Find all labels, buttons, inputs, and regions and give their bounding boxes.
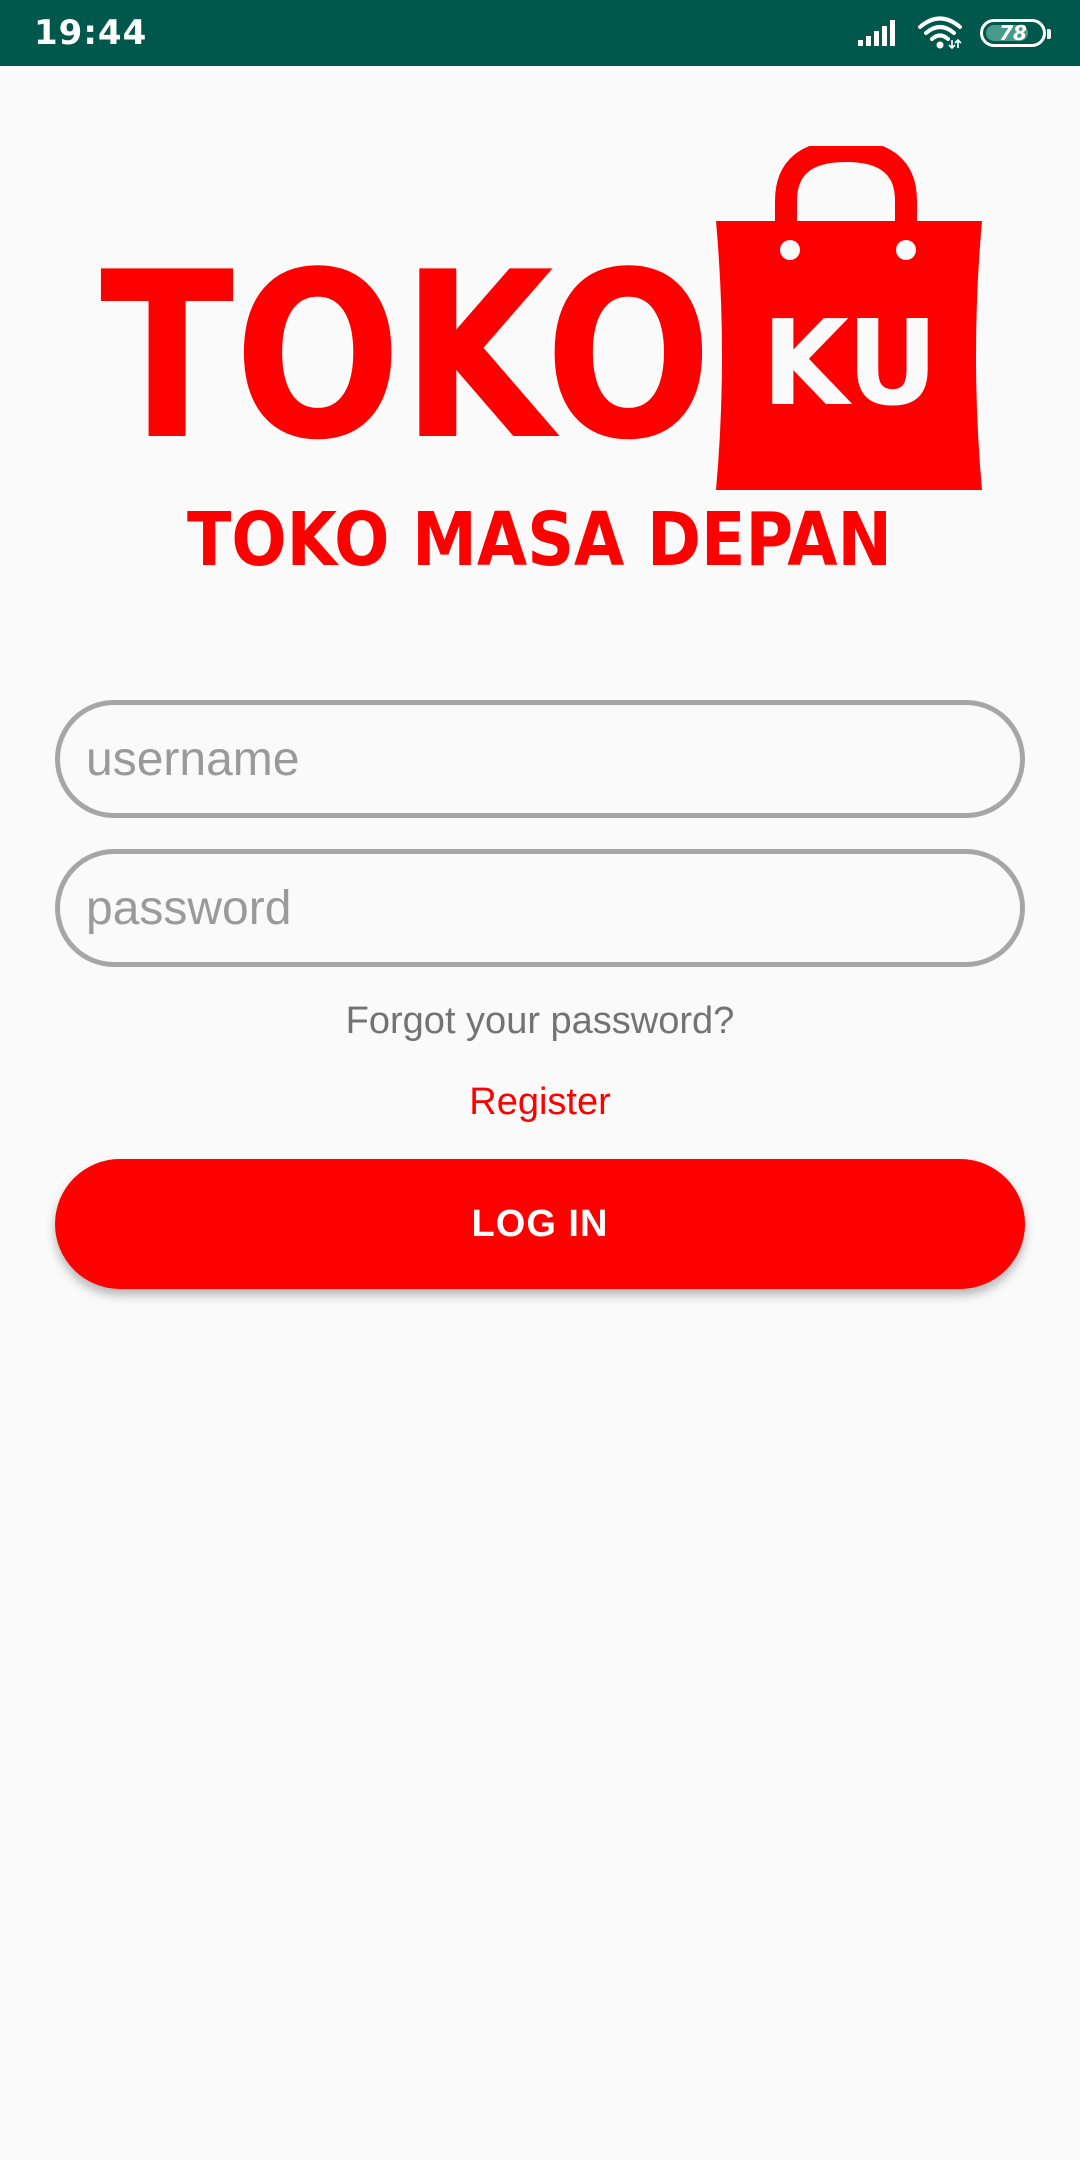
password-input[interactable] xyxy=(84,879,1020,937)
register-link[interactable]: Register xyxy=(0,1081,1080,1124)
logo-wordmark: TOKO xyxy=(100,224,712,491)
shopping-bag-icon: KU xyxy=(716,146,982,490)
status-icons: 78 xyxy=(858,0,1051,66)
username-input[interactable] xyxy=(84,730,1020,788)
battery-icon: 78 xyxy=(980,19,1051,47)
logo-tagline: TOKO MASA DEPAN xyxy=(187,497,892,576)
battery-nub xyxy=(1047,29,1051,39)
username-field[interactable] xyxy=(55,700,1025,818)
status-bar: 19:44 78 xyxy=(0,0,1080,66)
status-time: 19:44 xyxy=(34,13,148,53)
password-field[interactable] xyxy=(55,849,1025,967)
login-button[interactable]: LOG IN xyxy=(55,1159,1025,1289)
forgot-password-link[interactable]: Forgot your password? xyxy=(0,1000,1080,1043)
app-logo: TOKO KU TOKO MASA DEPAN xyxy=(100,146,990,576)
wifi-icon xyxy=(918,16,962,50)
battery-level-text: 78 xyxy=(999,21,1027,45)
logo-bag-text: KU xyxy=(762,294,938,432)
signal-icon xyxy=(858,18,900,48)
